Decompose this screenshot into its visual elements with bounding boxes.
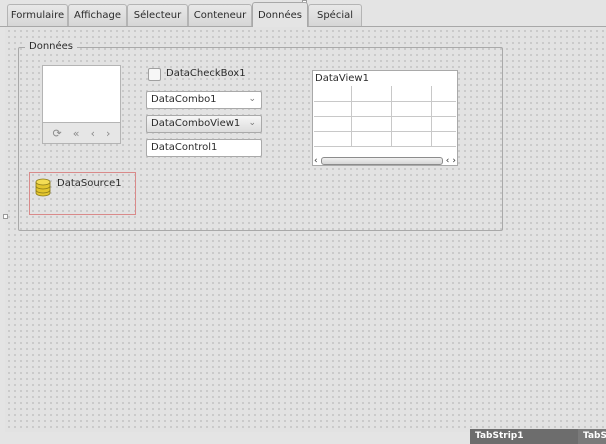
data-comboview[interactable]: DataComboView1 ⌄: [146, 115, 262, 133]
data-view[interactable]: DataView1 ‹ ‹ ›: [312, 70, 458, 166]
tab-special[interactable]: Spécial: [308, 4, 362, 26]
chevron-down-icon[interactable]: ⌄: [248, 94, 256, 104]
frame-title: Données: [25, 41, 78, 52]
chevron-left-icon[interactable]: ‹: [314, 156, 318, 166]
refresh-icon[interactable]: ⟳: [53, 127, 62, 140]
database-icon: [35, 178, 51, 197]
chevron-left-icon[interactable]: ‹: [446, 156, 450, 166]
tab-label: Données: [257, 9, 302, 21]
datasource-label: DataSource1: [57, 178, 122, 189]
checkbox-label: DataCheckBox1: [166, 68, 246, 79]
status-tab-active[interactable]: TabStrip1: [470, 429, 578, 444]
dataview-scrollbar[interactable]: ‹ ‹ ›: [314, 155, 456, 166]
tab-selecteur[interactable]: Sélecteur: [127, 4, 188, 26]
status-tab[interactable]: TabSt: [578, 429, 606, 444]
previous-icon[interactable]: ‹: [91, 127, 95, 140]
tab-label: Affichage: [74, 10, 121, 21]
chevron-right-icon[interactable]: ›: [452, 156, 456, 166]
first-icon[interactable]: «: [73, 127, 80, 140]
tab-conteneur[interactable]: Conteneur: [188, 4, 252, 26]
data-checkbox[interactable]: [148, 68, 161, 81]
combo-value: DataCombo1: [151, 94, 217, 105]
chevron-down-icon[interactable]: ⌄: [248, 118, 256, 128]
tab-label: Conteneur: [193, 10, 247, 21]
tab-label: Sélecteur: [133, 10, 182, 21]
tab-formulaire[interactable]: Formulaire: [7, 4, 68, 26]
tab-affichage[interactable]: Affichage: [68, 4, 127, 26]
dataview-grid: [314, 86, 456, 147]
tab-label: Spécial: [316, 10, 354, 21]
dataview-title: DataView1: [315, 73, 369, 84]
data-combo[interactable]: DataCombo1 ⌄: [146, 91, 262, 109]
control-value: DataControl1: [151, 142, 218, 153]
resize-handle-left[interactable]: [3, 214, 8, 219]
tab-bar: Formulaire Affichage Sélecteur Conteneur…: [0, 0, 606, 27]
tab-donnees[interactable]: Données: [252, 2, 308, 27]
navigator-toolbar: ⟳ « ‹ ›: [42, 122, 121, 144]
scrollbar-track[interactable]: [320, 156, 443, 165]
next-icon[interactable]: ›: [106, 127, 110, 140]
comboview-value: DataComboView1: [151, 118, 241, 129]
tab-label: Formulaire: [10, 10, 65, 21]
data-control[interactable]: DataControl1: [146, 139, 262, 157]
